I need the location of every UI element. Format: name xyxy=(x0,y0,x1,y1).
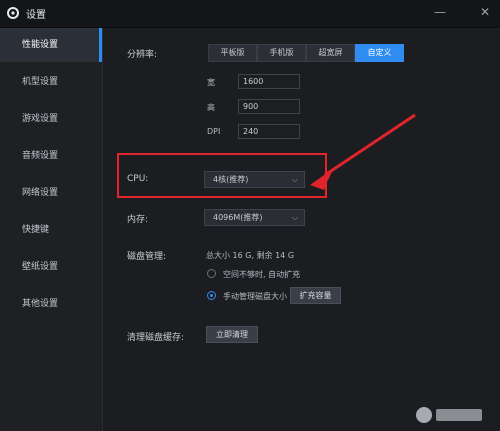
red-arrow-icon xyxy=(310,113,416,190)
expand-capacity-button[interactable]: 扩充容量 xyxy=(290,287,341,304)
watermark-logo xyxy=(416,407,482,423)
clear-cache-label: 清理磁盘缓存: xyxy=(127,333,185,343)
close-button[interactable]: ✕ xyxy=(478,5,492,19)
height-label: 高 xyxy=(207,103,215,112)
cpu-label: CPU: xyxy=(127,174,149,184)
memory-select[interactable]: 4096M(推荐) ⌵ xyxy=(204,209,305,226)
cpu-select-value: 4核(推荐) xyxy=(213,175,249,184)
sidebar-item-other[interactable]: 其他设置 xyxy=(0,287,102,321)
clear-now-button[interactable]: 立即清理 xyxy=(206,326,258,343)
tab-ultrawide[interactable]: 超宽屏 xyxy=(306,44,355,62)
radio-auto-expand-label: 空间不够时, 自动扩充 xyxy=(223,270,301,279)
height-field[interactable]: 900 xyxy=(238,99,300,114)
dpi-label: DPI xyxy=(207,127,221,136)
width-field[interactable]: 1600 xyxy=(238,74,300,89)
sidebar-item-shortcuts[interactable]: 快捷键 xyxy=(0,213,102,247)
sidebar-item-audio[interactable]: 音频设置 xyxy=(0,139,102,173)
memory-select-value: 4096M(推荐) xyxy=(213,213,263,222)
sidebar: 性能设置 机型设置 游戏设置 音频设置 网络设置 快捷键 壁纸设置 其他设置 xyxy=(0,28,103,431)
tab-custom[interactable]: 自定义 xyxy=(355,44,404,62)
sidebar-item-device[interactable]: 机型设置 xyxy=(0,65,102,99)
dpi-field[interactable]: 240 xyxy=(238,124,300,139)
sidebar-item-wallpaper[interactable]: 壁纸设置 xyxy=(0,250,102,284)
sidebar-item-network[interactable]: 网络设置 xyxy=(0,176,102,210)
gear-icon xyxy=(7,7,19,19)
title-bar: 设置 — ✕ xyxy=(0,0,500,28)
cpu-select[interactable]: 4核(推荐) ⌵ xyxy=(204,171,305,188)
disk-label: 磁盘管理: xyxy=(127,252,167,262)
width-label: 宽 xyxy=(207,78,215,87)
memory-label: 内存: xyxy=(127,215,149,225)
radio-manual[interactable] xyxy=(207,291,216,300)
radio-manual-label: 手动管理磁盘大小 xyxy=(223,292,287,301)
sidebar-item-game[interactable]: 游戏设置 xyxy=(0,102,102,136)
resolution-tabs: 平板版 手机版 超宽屏 自定义 xyxy=(208,44,404,62)
chevron-down-icon: ⌵ xyxy=(291,175,298,184)
chevron-down-icon: ⌵ xyxy=(291,213,298,222)
resolution-label: 分辨率: xyxy=(127,50,158,60)
minimize-button[interactable]: — xyxy=(433,5,447,19)
tab-tablet[interactable]: 平板版 xyxy=(208,44,257,62)
window-title: 设置 xyxy=(26,10,46,21)
disk-info: 总大小 16 G, 剩余 14 G xyxy=(206,251,295,260)
tab-phone[interactable]: 手机版 xyxy=(257,44,306,62)
sidebar-item-performance[interactable]: 性能设置 xyxy=(0,28,102,62)
settings-panel: 分辨率: 平板版 手机版 超宽屏 自定义 宽 1600 高 900 DPI 24… xyxy=(103,28,500,431)
radio-auto-expand[interactable] xyxy=(207,269,216,278)
